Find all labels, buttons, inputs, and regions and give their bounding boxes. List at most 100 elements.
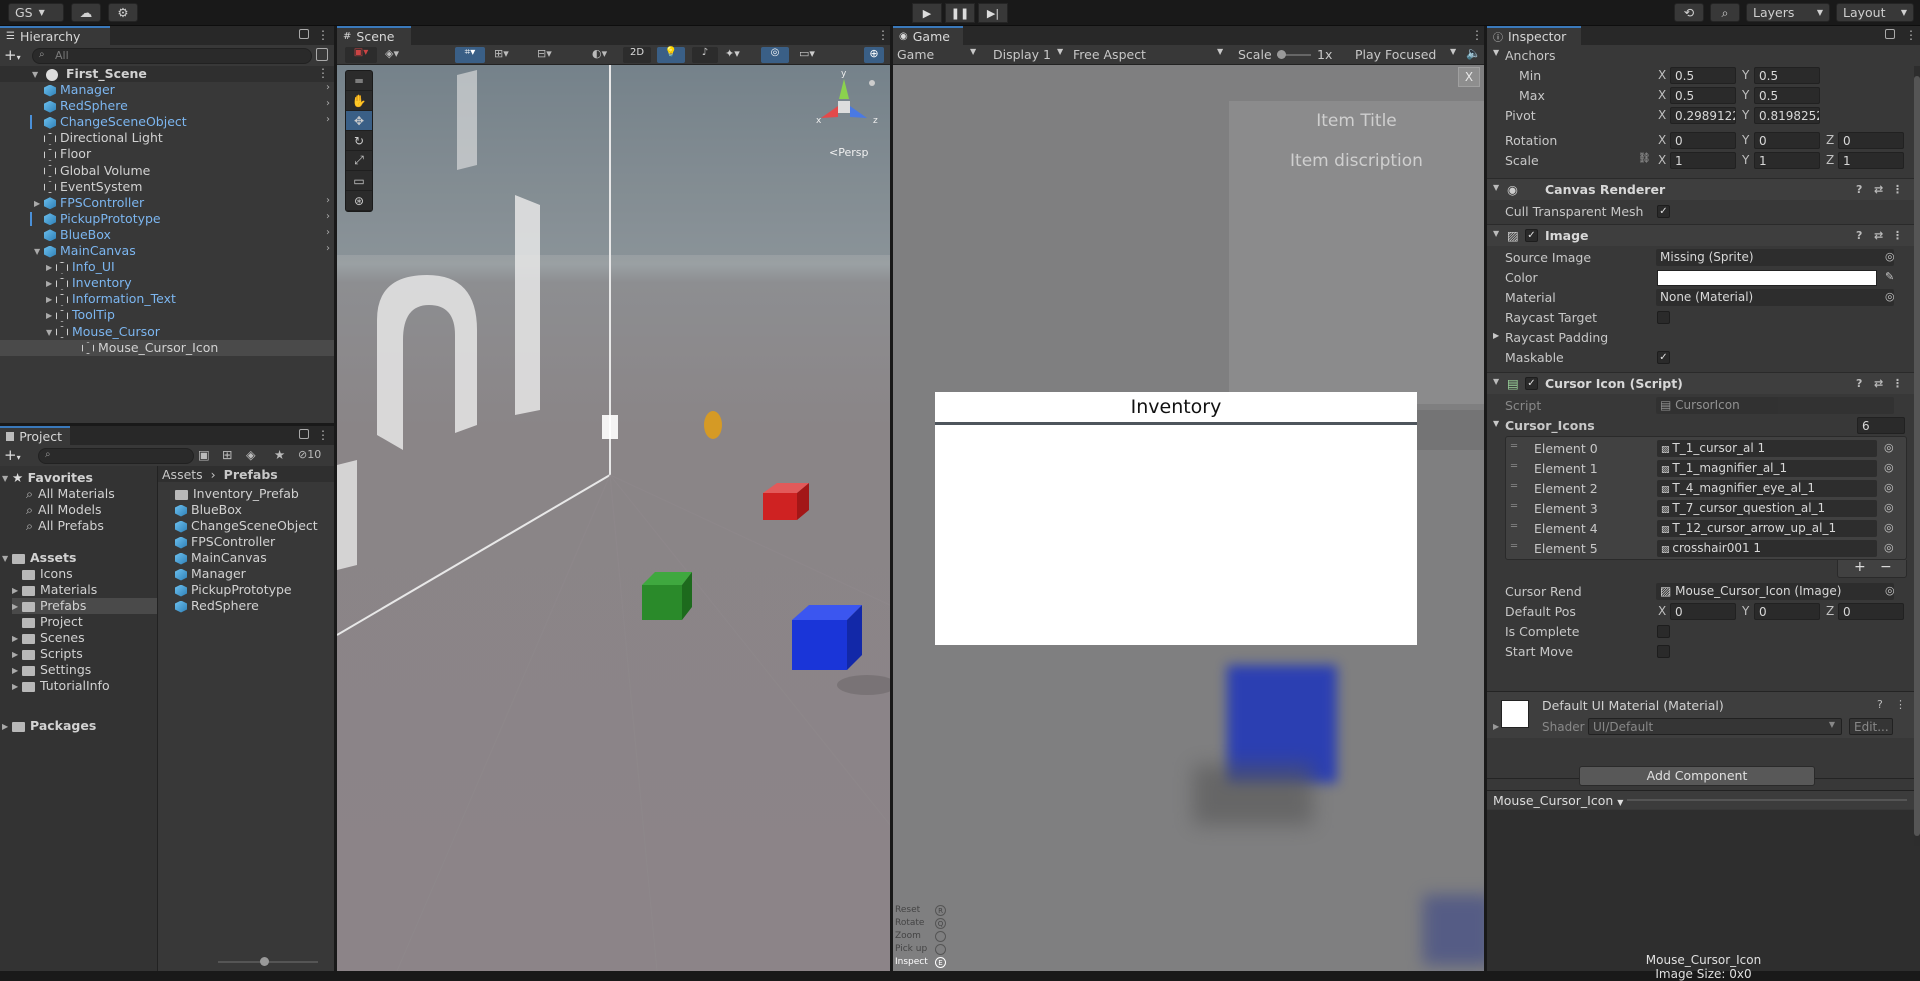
scale-z-field[interactable]: 1	[1838, 152, 1904, 169]
slider-handle[interactable]	[260, 957, 269, 966]
icon-size-slider[interactable]	[218, 957, 318, 966]
hierarchy-item[interactable]: ChangeSceneObject ›	[0, 114, 334, 130]
step-button[interactable]: ▶|	[978, 3, 1008, 23]
game-view-dropdown[interactable]: Game	[897, 47, 934, 62]
hierarchy-item[interactable]: ▼ Mouse_Cursor	[0, 324, 334, 340]
more-menu-icon[interactable]: ⋮	[317, 28, 329, 42]
anchor-max-y-field[interactable]: 0.5	[1754, 87, 1820, 104]
audio-toggle-icon[interactable]: ♪	[692, 47, 718, 63]
open-prefab-chevron-icon[interactable]: ›	[326, 98, 330, 109]
anchor-max-x-field[interactable]: 0.5	[1670, 87, 1736, 104]
layers-dropdown[interactable]: Layers ▼	[1746, 3, 1830, 22]
lighting-toggle-icon[interactable]: 💡	[657, 47, 685, 63]
expand-arrow-icon[interactable]: ▶	[12, 586, 22, 595]
collab-button[interactable]: ⚙	[108, 3, 138, 22]
expand-arrow-icon[interactable]: ▼	[46, 328, 56, 337]
lock-icon[interactable]	[299, 429, 309, 439]
preview-header[interactable]: Mouse_Cursor_Icon ▼ ⋮	[1487, 790, 1920, 809]
open-prefab-chevron-icon[interactable]: ›	[326, 227, 330, 238]
cursor-icon-script-header[interactable]: ▼ ▤ ✓ Cursor Icon (Script) ? ⇄ ⋮	[1487, 372, 1920, 394]
expand-arrow-icon[interactable]: ▶	[46, 295, 56, 304]
more-menu-icon[interactable]: ⋮	[1905, 28, 1917, 42]
scale-x-field[interactable]: 1	[1670, 152, 1736, 169]
effects-icon[interactable]: ✦▾	[725, 47, 740, 60]
breadcrumb-prefabs[interactable]: Prefabs	[224, 467, 278, 482]
add-component-button[interactable]: Add Component	[1579, 766, 1815, 786]
favorite-item[interactable]: ⌕ All Prefabs	[26, 518, 104, 534]
tag-icon[interactable]: ◈	[246, 447, 256, 462]
play-focused-dropdown[interactable]: Play Focused	[1355, 47, 1436, 62]
shader-dropdown[interactable]: UI/Default ▼	[1588, 718, 1842, 735]
close-button[interactable]: X	[1458, 67, 1480, 87]
hand-tool-icon[interactable]: ✋	[346, 91, 372, 111]
game-viewport[interactable]: Item Title Item discription X Inventory …	[893, 65, 1484, 971]
tab-game[interactable]: ◉ Game	[893, 26, 963, 45]
anchors-row[interactable]: ▼ Anchors	[1487, 46, 1920, 66]
asset-file[interactable]: Inventory_Prefab	[175, 486, 299, 502]
toggle-2d-button[interactable]: 2D	[623, 47, 651, 63]
raycast-padding-row[interactable]: ▶ Raycast Padding	[1487, 328, 1920, 348]
eyedropper-icon[interactable]: ✎	[1885, 270, 1894, 283]
expand-arrow-icon[interactable]: ▶	[12, 650, 22, 659]
component-menu-icon[interactable]: ⋮	[1892, 229, 1903, 242]
asset-file[interactable]: RedSphere	[175, 598, 259, 614]
play-button[interactable]: ▶	[912, 3, 942, 23]
hierarchy-item[interactable]: ▶ Inventory	[0, 275, 334, 291]
rotation-z-field[interactable]: 0	[1838, 132, 1904, 149]
hidden-packages-toggle[interactable]: ⊘10	[298, 448, 321, 461]
asset-folder[interactable]: ▶ Scripts	[12, 646, 157, 662]
canvas-renderer-header[interactable]: ▼ ◉ Canvas Renderer ? ⇄ ⋮	[1487, 178, 1920, 200]
rotation-y-field[interactable]: 0	[1754, 132, 1820, 149]
project-search-input[interactable]: ⌕	[38, 448, 194, 464]
history-button[interactable]: ⟲	[1674, 3, 1704, 22]
preset-icon[interactable]: ⇄	[1874, 229, 1883, 242]
layout-dropdown[interactable]: Layout ▼	[1836, 3, 1914, 22]
increment-snap-icon[interactable]: ⊟▾	[537, 47, 552, 60]
persp-toggle[interactable]: <Persp	[829, 146, 868, 159]
help-icon[interactable]: ?	[1856, 377, 1862, 390]
script-enabled-checkbox[interactable]: ✓	[1525, 377, 1538, 390]
cloud-button[interactable]: ☁	[71, 3, 101, 22]
drag-handle[interactable]: ═	[346, 71, 372, 91]
help-icon[interactable]: ?	[1877, 698, 1883, 711]
asset-folder[interactable]: ▶ Materials	[12, 582, 157, 598]
expand-arrow-icon[interactable]: ▶	[12, 634, 22, 643]
cursor-icons-size-field[interactable]: 6	[1857, 417, 1905, 434]
edit-shader-button[interactable]: Edit...	[1849, 718, 1893, 735]
scale-y-field[interactable]: 1	[1754, 152, 1820, 169]
scene-visibility-icon[interactable]	[316, 48, 328, 61]
asset-file[interactable]: BlueBox	[175, 502, 242, 518]
source-image-field[interactable]: Missing (Sprite)	[1656, 249, 1894, 266]
default-pos-y-field[interactable]: 0	[1754, 603, 1820, 620]
object-picker-icon[interactable]: ◎	[1884, 461, 1894, 474]
color-swatch[interactable]	[1657, 270, 1877, 286]
object-picker-icon[interactable]: ◎	[1884, 541, 1894, 554]
star-icon[interactable]: ★	[274, 447, 285, 462]
maskable-checkbox[interactable]: ✓	[1657, 351, 1670, 364]
expand-arrow-icon[interactable]: ▶	[46, 311, 56, 320]
hierarchy-item[interactable]: RedSphere ›	[0, 98, 334, 114]
scene-viewport[interactable]: ═ ✋ ✥ ↻ ⤢ ▭ ⊛ x z y <Persp	[337, 65, 890, 971]
search-button[interactable]: ⌕	[1710, 3, 1740, 22]
hierarchy-item[interactable]: ▶ Information_Text	[0, 291, 334, 307]
assets-row[interactable]: ▼ Assets	[2, 550, 76, 566]
help-icon[interactable]: ?	[1856, 183, 1862, 196]
asset-file[interactable]: FPSController	[175, 534, 275, 550]
start-move-checkbox[interactable]	[1657, 645, 1670, 658]
asset-folder[interactable]: Icons	[12, 566, 157, 582]
expand-arrow-icon[interactable]: ▶	[34, 199, 44, 208]
expand-arrow-icon[interactable]: ▶	[46, 279, 56, 288]
hierarchy-item[interactable]: ▶ FPSController ›	[0, 195, 334, 211]
open-prefab-chevron-icon[interactable]: ›	[326, 211, 330, 222]
asset-file[interactable]: ChangeSceneObject	[175, 518, 318, 534]
anchor-min-x-field[interactable]: 0.5	[1670, 67, 1736, 84]
breadcrumb-assets[interactable]: Assets	[162, 467, 203, 482]
object-picker-icon[interactable]: ◎	[1885, 250, 1895, 263]
scrollbar-thumb[interactable]	[1914, 76, 1920, 836]
pivot-x-field[interactable]: 0.2989122	[1670, 107, 1736, 124]
component-menu-icon[interactable]: ⋮	[1895, 698, 1906, 711]
object-picker-icon[interactable]: ◎	[1884, 441, 1894, 454]
object-picker-icon[interactable]: ◎	[1885, 290, 1895, 303]
grid-snapping-icon[interactable]: ⊞▾	[494, 47, 509, 60]
pause-button[interactable]: ❚❚	[945, 3, 975, 23]
